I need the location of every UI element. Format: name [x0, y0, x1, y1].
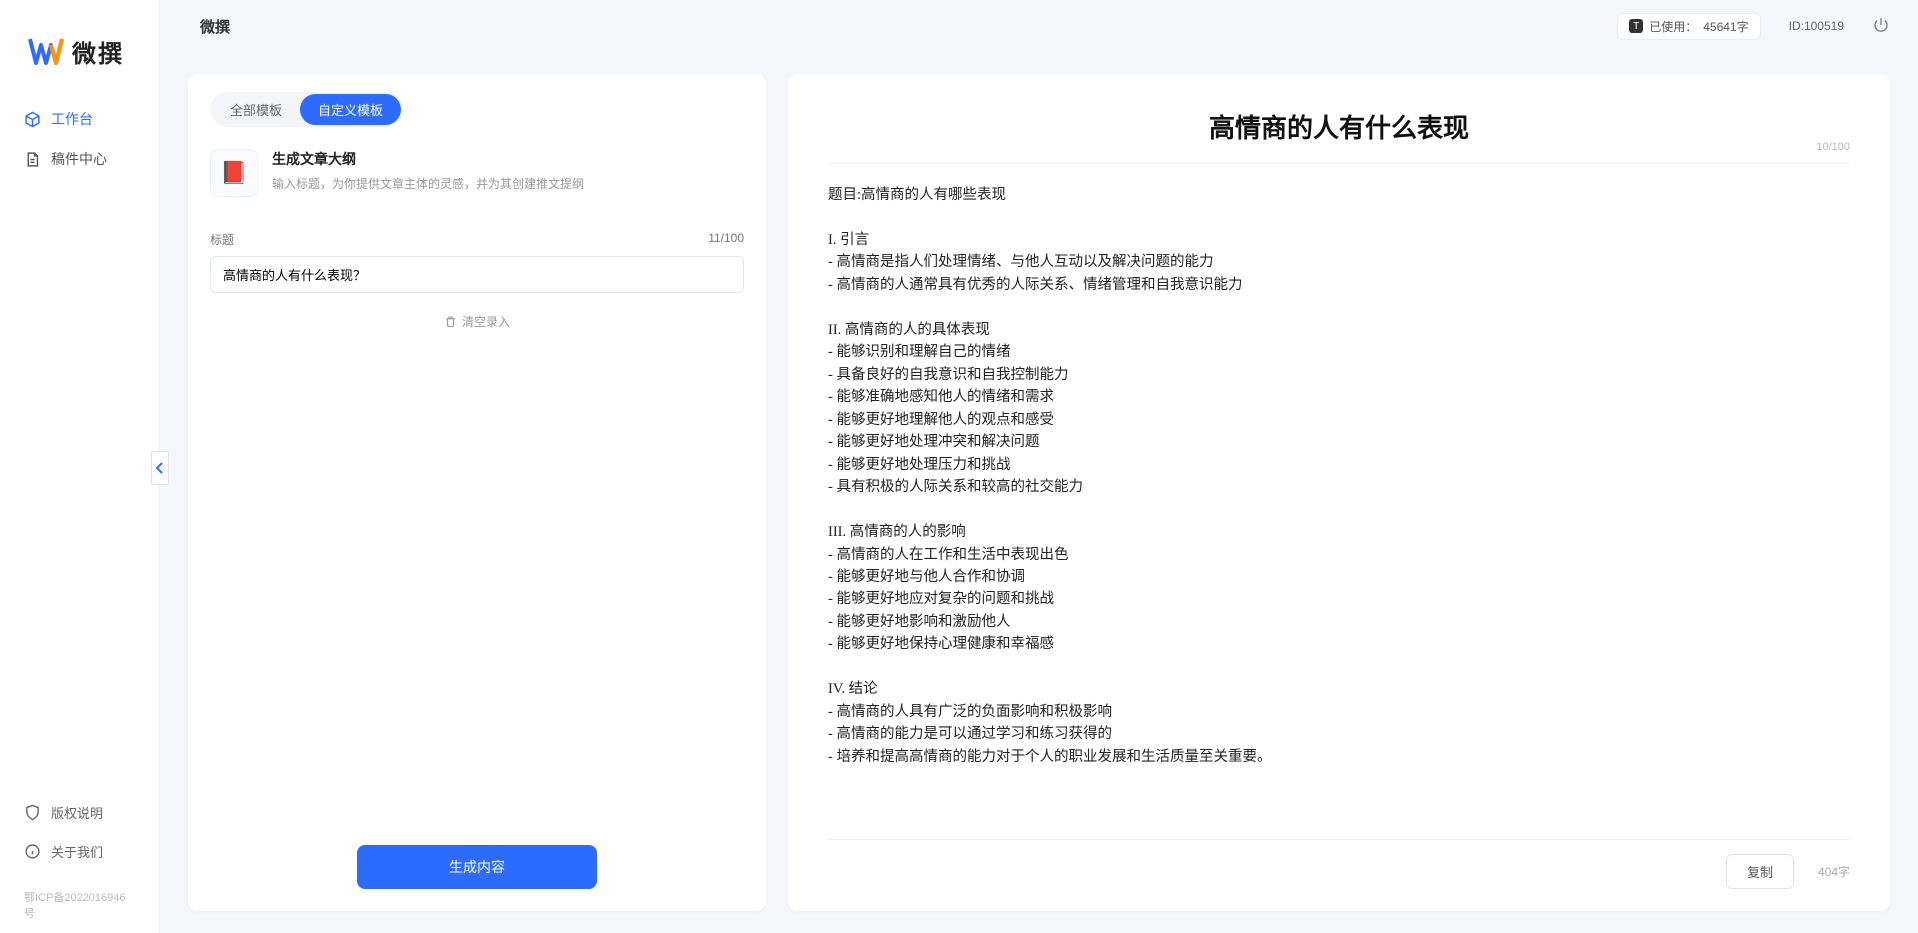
page-title: 微撰 — [188, 16, 230, 37]
title-counter: 11/100 — [708, 231, 744, 248]
usage-value: 45641字 — [1703, 18, 1748, 35]
nav-label: 稿件中心 — [51, 149, 107, 169]
word-count: 404字 — [1818, 863, 1850, 880]
usage-chip[interactable]: T 已使用： 45641字 — [1617, 13, 1760, 40]
topbar-right: T 已使用： 45641字 ID:100519 — [1617, 13, 1890, 40]
shield-icon — [24, 804, 41, 821]
cube-icon — [24, 111, 41, 128]
sidebar-bottom: 版权说明 关于我们 — [0, 793, 159, 889]
nav-copyright[interactable]: 版权说明 — [14, 793, 145, 832]
doc-title-row: 高情商的人有什么表现 10/100 — [828, 100, 1850, 164]
title-label: 标题 — [210, 231, 234, 248]
title-field-header: 标题 11/100 — [210, 231, 744, 248]
logo-text: 微撰 — [72, 34, 124, 69]
logo-icon — [28, 37, 64, 67]
sidebar-collapse-handle[interactable] — [151, 451, 169, 485]
main: 全部模板 自定义模板 📕 生成文章大纲 输入标题，为你提供文章主体的灵感，并为其… — [160, 52, 1918, 933]
template-icon: 📕 — [210, 149, 258, 197]
template-desc: 输入标题，为你提供文章主体的灵感，并为其创建推文提纲 — [272, 175, 584, 192]
info-icon — [24, 843, 41, 860]
power-icon — [1872, 16, 1890, 34]
doc-title-counter: 10/100 — [1816, 141, 1850, 153]
nav-drafts[interactable]: 稿件中心 — [14, 139, 145, 179]
document-icon — [24, 151, 41, 168]
output-panel: 高情商的人有什么表现 10/100 题目:高情商的人有哪些表现 I. 引言 - … — [788, 74, 1890, 911]
clear-input-button[interactable]: 清空录入 — [444, 313, 510, 330]
template-panel: 全部模板 自定义模板 📕 生成文章大纲 输入标题，为你提供文章主体的灵感，并为其… — [188, 74, 766, 911]
nav-workbench[interactable]: 工作台 — [14, 99, 145, 139]
nav-label: 工作台 — [51, 109, 93, 129]
template-title: 生成文章大纲 — [272, 149, 584, 169]
tab-all-templates[interactable]: 全部模板 — [212, 94, 300, 125]
nav-label: 关于我们 — [51, 842, 103, 861]
doc-title[interactable]: 高情商的人有什么表现 — [828, 108, 1850, 145]
usage-badge-icon: T — [1629, 19, 1643, 33]
power-button[interactable] — [1872, 16, 1890, 37]
template-tabs: 全部模板 自定义模板 — [210, 92, 403, 127]
sidebar: 微撰 工作台 稿件中心 版权说明 关于我们 鄂ICP备2022016946号 — [0, 0, 160, 933]
chevron-left-icon — [155, 462, 165, 474]
user-id: ID:100519 — [1789, 19, 1844, 33]
clear-label: 清空录入 — [462, 313, 510, 330]
title-input[interactable] — [210, 256, 744, 293]
doc-footer: 复制 404字 — [828, 839, 1850, 889]
logo: 微撰 — [0, 0, 159, 99]
usage-label: 已使用： — [1649, 18, 1697, 35]
trash-icon — [444, 315, 457, 328]
doc-body[interactable]: 题目:高情商的人有哪些表现 I. 引言 - 高情商是指人们处理情绪、与他人互动以… — [828, 164, 1850, 839]
copy-button[interactable]: 复制 — [1726, 854, 1794, 889]
generate-button[interactable]: 生成内容 — [357, 845, 597, 889]
template-card[interactable]: 📕 生成文章大纲 输入标题，为你提供文章主体的灵感，并为其创建推文提纲 — [210, 149, 744, 197]
tab-custom-templates[interactable]: 自定义模板 — [300, 94, 401, 125]
nav-label: 版权说明 — [51, 803, 103, 822]
nav: 工作台 稿件中心 — [0, 99, 159, 179]
icp-text: 鄂ICP备2022016946号 — [0, 889, 159, 933]
nav-about[interactable]: 关于我们 — [14, 832, 145, 871]
topbar: 微撰 T 已使用： 45641字 ID:100519 — [160, 0, 1918, 52]
